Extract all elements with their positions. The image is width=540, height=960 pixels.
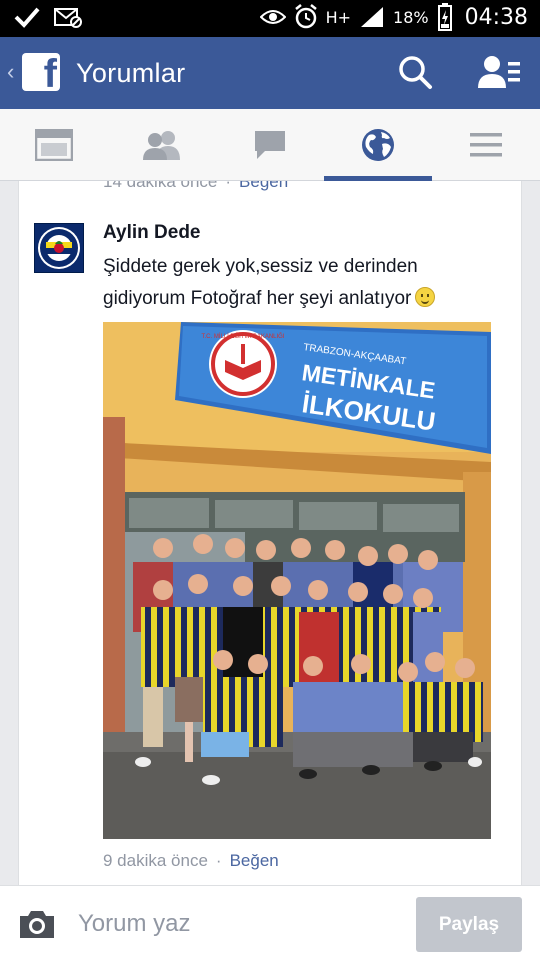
previous-comment-time: 14 dakika önce — [103, 181, 218, 191]
battery-icon — [437, 3, 452, 31]
page-title: Yorumlar — [76, 58, 186, 88]
comment-meta: 9 dakika önce · Beğen — [103, 851, 279, 871]
previous-like-link[interactable]: Beğen — [239, 181, 288, 191]
sign-ministry-arc: T.C. MİLLİ EĞİTİM BAKANLIĞI — [201, 333, 284, 340]
comment-author[interactable]: Aylin Dede — [103, 222, 201, 244]
eye-icon — [259, 10, 286, 24]
tab-news-feed[interactable] — [0, 109, 108, 181]
comment-text-block: Şiddete gerek yok,sessiz ve derinden gid… — [103, 251, 503, 315]
comment-card: 14 dakika önce · Beğen Aylin Dede Şiddete … — [18, 181, 522, 885]
comment-time: 9 dakika önce — [103, 851, 208, 870]
friend-requests-icon[interactable] — [478, 54, 520, 90]
back-chevron-icon[interactable]: ‹ — [7, 59, 14, 85]
previous-comment-meta: 14 dakika önce · Beğen — [103, 181, 288, 192]
tab-notifications[interactable] — [324, 109, 432, 181]
school-class-photo: T.C. MİLLİ EĞİTİM BAKANLIĞI TRABZON-AKÇA… — [103, 322, 491, 839]
alarm-icon — [294, 4, 317, 29]
like-link[interactable]: Beğen — [230, 851, 279, 870]
network-type: H+ — [325, 7, 352, 27]
facebook-logo-icon[interactable]: f — [22, 53, 60, 91]
title-bar: ‹ f Yorumlar — [0, 37, 540, 109]
share-button[interactable]: Paylaş — [416, 897, 522, 952]
meta-separator: · — [225, 181, 232, 191]
chat-bubble-icon — [255, 131, 285, 159]
checkmark-icon — [14, 7, 40, 28]
friends-icon — [143, 131, 180, 160]
comment-text: Şiddete gerek yok,sessiz ve derinden gid… — [103, 256, 418, 309]
search-icon[interactable] — [397, 54, 433, 90]
fenerbahce-crest-icon — [38, 227, 80, 269]
meta-separator: · — [215, 851, 222, 870]
clock: 04:38 — [464, 4, 528, 30]
comment-composer: Paylaş — [0, 885, 540, 960]
comment-input[interactable] — [78, 906, 398, 942]
globe-icon — [362, 129, 394, 161]
comments-feed[interactable]: 14 dakika önce · Beğen Aylin Dede Şiddete … — [0, 181, 540, 885]
camera-icon[interactable] — [18, 908, 56, 940]
signal-icon — [361, 7, 384, 27]
comment-photo[interactable]: T.C. MİLLİ EĞİTİM BAKANLIĞI TRABZON-AKÇA… — [103, 322, 491, 839]
menu-icon — [470, 133, 502, 157]
smiley-emoji-icon — [415, 287, 436, 307]
battery-percent: 18% — [393, 7, 429, 27]
tab-bar — [0, 109, 540, 181]
mail-blocked-icon — [54, 8, 82, 28]
tab-more[interactable] — [432, 109, 540, 181]
tab-messages[interactable] — [216, 109, 324, 181]
avatar[interactable] — [34, 223, 84, 273]
tab-friends[interactable] — [108, 109, 216, 181]
news-feed-icon — [35, 129, 73, 161]
status-bar: H+ 18% 04:38 — [0, 0, 540, 37]
